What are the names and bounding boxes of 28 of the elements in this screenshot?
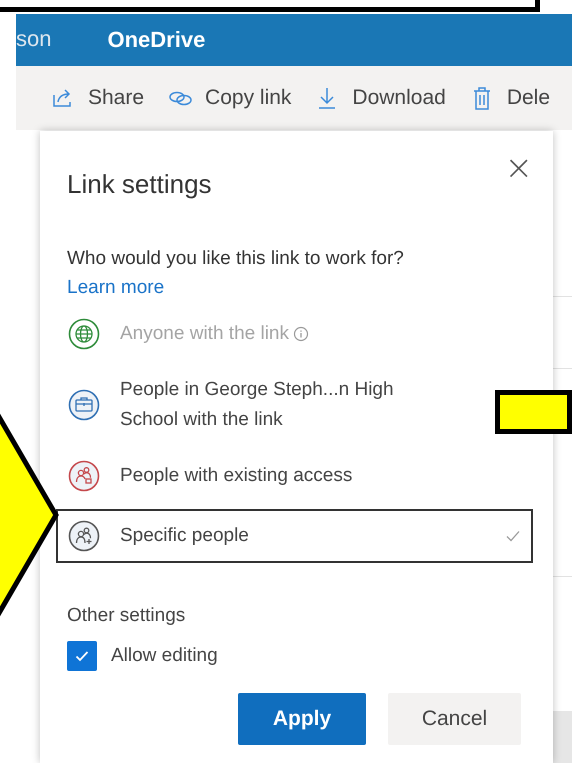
close-button[interactable]: × <box>502 153 535 183</box>
option-label: Anyone with the link <box>120 322 289 346</box>
toolbar-button[interactable]: Dele <box>506 86 550 110</box>
app-name[interactable]: OneDrive <box>107 27 206 53</box>
toolbar-button[interactable]: Share <box>88 86 144 110</box>
link-option[interactable]: People with existing access <box>56 449 364 503</box>
question-text: Who would you like this link to work for? <box>67 247 405 271</box>
link-option[interactable]: People in George Steph...n High School with the link <box>56 367 462 443</box>
option-label: Specific people <box>120 524 250 548</box>
option-label: People in George Steph...n High School with the link <box>120 378 395 432</box>
dialog-title: Link settings <box>67 169 212 200</box>
apply-button[interactable]: Apply <box>238 693 366 745</box>
section-heading: Other settings <box>67 605 186 627</box>
people-lock-icon <box>68 460 100 492</box>
user-name: son <box>16 26 52 52</box>
option-label: People with existing access <box>120 464 352 488</box>
toolbar-button[interactable]: Download <box>352 86 446 110</box>
cancel-button[interactable]: Cancel <box>388 693 521 745</box>
learn-more-link[interactable]: Learn more <box>67 273 164 303</box>
scroll-area <box>552 711 572 763</box>
info-icon <box>293 326 309 342</box>
globe-icon <box>68 318 100 350</box>
toolbar-button[interactable]: Copy link <box>205 86 292 110</box>
briefcase-icon <box>68 389 100 421</box>
checkbox-label: Allow editing <box>111 645 218 667</box>
link-option[interactable]: Specific people <box>56 509 533 563</box>
checkbox[interactable] <box>67 641 97 671</box>
people-icon <box>68 520 100 552</box>
